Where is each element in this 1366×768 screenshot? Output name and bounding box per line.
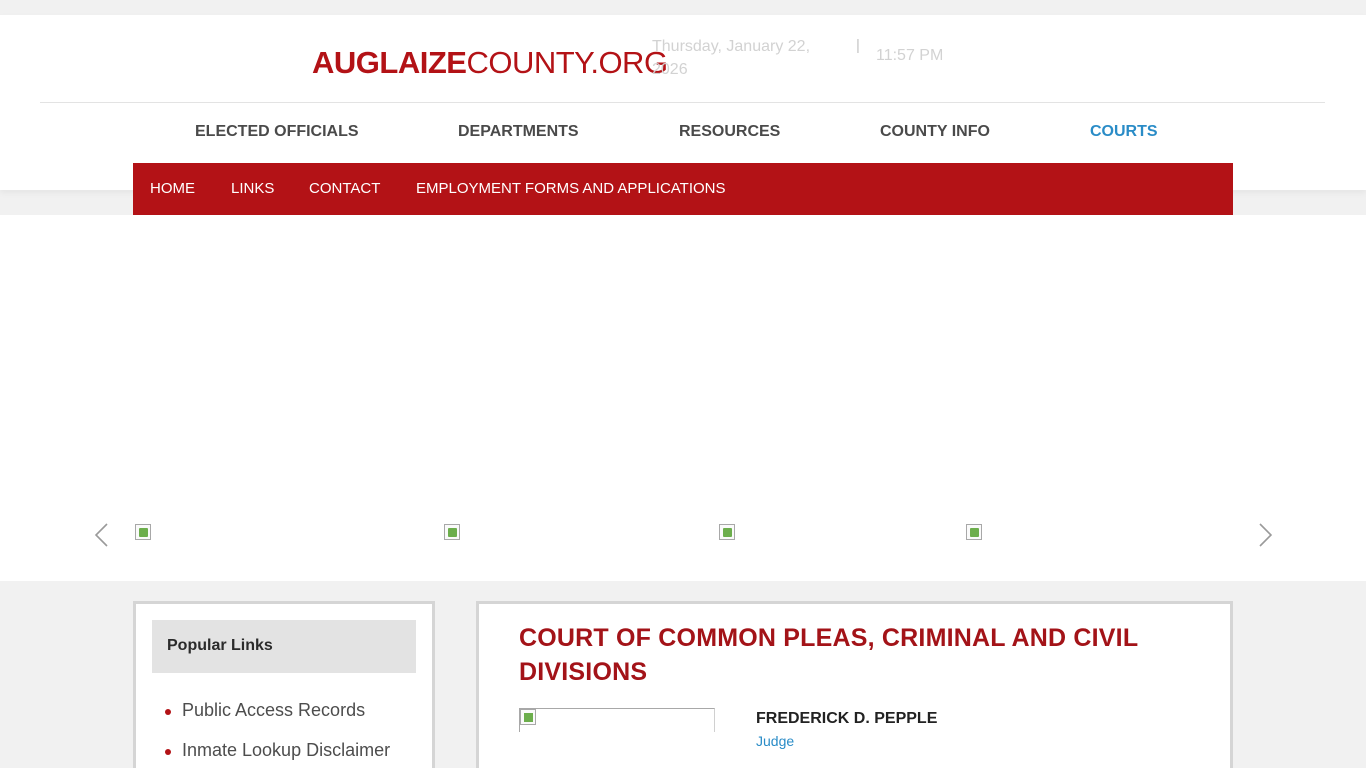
current-time: 11:57 PM: [876, 47, 944, 64]
judge-photo: [519, 708, 715, 732]
subnav-contact[interactable]: CONTACT: [309, 180, 380, 197]
carousel-thumbnail[interactable]: [135, 524, 151, 540]
carousel-thumbnail[interactable]: [444, 524, 460, 540]
link-inmate-lookup-disclaimer[interactable]: Inmate Lookup Disclaimer: [182, 740, 390, 760]
carousel-thumbnail[interactable]: [966, 524, 982, 540]
page-title: COURT OF COMMON PLEAS, CRIMINAL AND CIVI…: [519, 624, 1138, 686]
list-item: Public Access Records: [164, 700, 390, 740]
nav-county-info[interactable]: COUNTY INFO: [880, 123, 990, 141]
broken-image-icon: [719, 524, 735, 540]
broken-image-icon: [520, 709, 536, 725]
list-item: Inmate Lookup Disclaimer: [164, 740, 390, 768]
carousel-thumbnail[interactable]: [719, 524, 735, 540]
popular-links-header: Popular Links: [152, 620, 416, 673]
popular-links-list: Public Access Records Inmate Lookup Disc…: [164, 700, 390, 768]
subnav-links[interactable]: LINKS: [231, 180, 274, 197]
nav-elected-officials[interactable]: ELECTED OFFICIALS: [195, 123, 359, 141]
popular-links-panel: Popular Links Public Access Records Inma…: [133, 601, 435, 768]
nav-resources[interactable]: RESOURCES: [679, 123, 780, 141]
broken-image-icon: [966, 524, 982, 540]
nav-courts[interactable]: COURTS: [1090, 123, 1158, 141]
chevron-right-icon[interactable]: [1255, 518, 1275, 552]
judge-title-link[interactable]: Judge: [756, 733, 794, 749]
subnav-employment-forms[interactable]: EMPLOYMENT FORMS AND APPLICATIONS: [416, 180, 726, 197]
main-nav: ELECTED OFFICIALS DEPARTMENTS RESOURCES …: [0, 123, 1366, 143]
sub-nav: HOME LINKS CONTACT EMPLOYMENT FORMS AND …: [133, 163, 1233, 215]
court-content-panel: COURT OF COMMON PLEAS, CRIMINAL AND CIVI…: [476, 601, 1233, 768]
current-date: Thursday, January 22, 2026: [652, 38, 811, 78]
nav-departments[interactable]: DEPARTMENTS: [458, 123, 579, 141]
subnav-home[interactable]: HOME: [150, 180, 195, 197]
broken-image-icon: [444, 524, 460, 540]
header-divider: [40, 102, 1325, 103]
popular-links-heading: Popular Links: [167, 637, 273, 654]
broken-image-icon: [135, 524, 151, 540]
site-logo[interactable]: AUGLAIZECOUNTY.ORG: [312, 45, 668, 81]
top-strip: [0, 0, 1366, 15]
judge-name: FREDERICK D. PEPPLE: [756, 710, 938, 727]
image-carousel: [0, 215, 1366, 581]
logo-light-text: COUNTY.ORG: [466, 45, 668, 80]
chevron-left-icon[interactable]: [92, 518, 112, 552]
link-public-access-records[interactable]: Public Access Records: [182, 700, 365, 720]
logo-bold-text: AUGLAIZE: [312, 45, 467, 80]
date-time-separator: |: [856, 37, 860, 54]
